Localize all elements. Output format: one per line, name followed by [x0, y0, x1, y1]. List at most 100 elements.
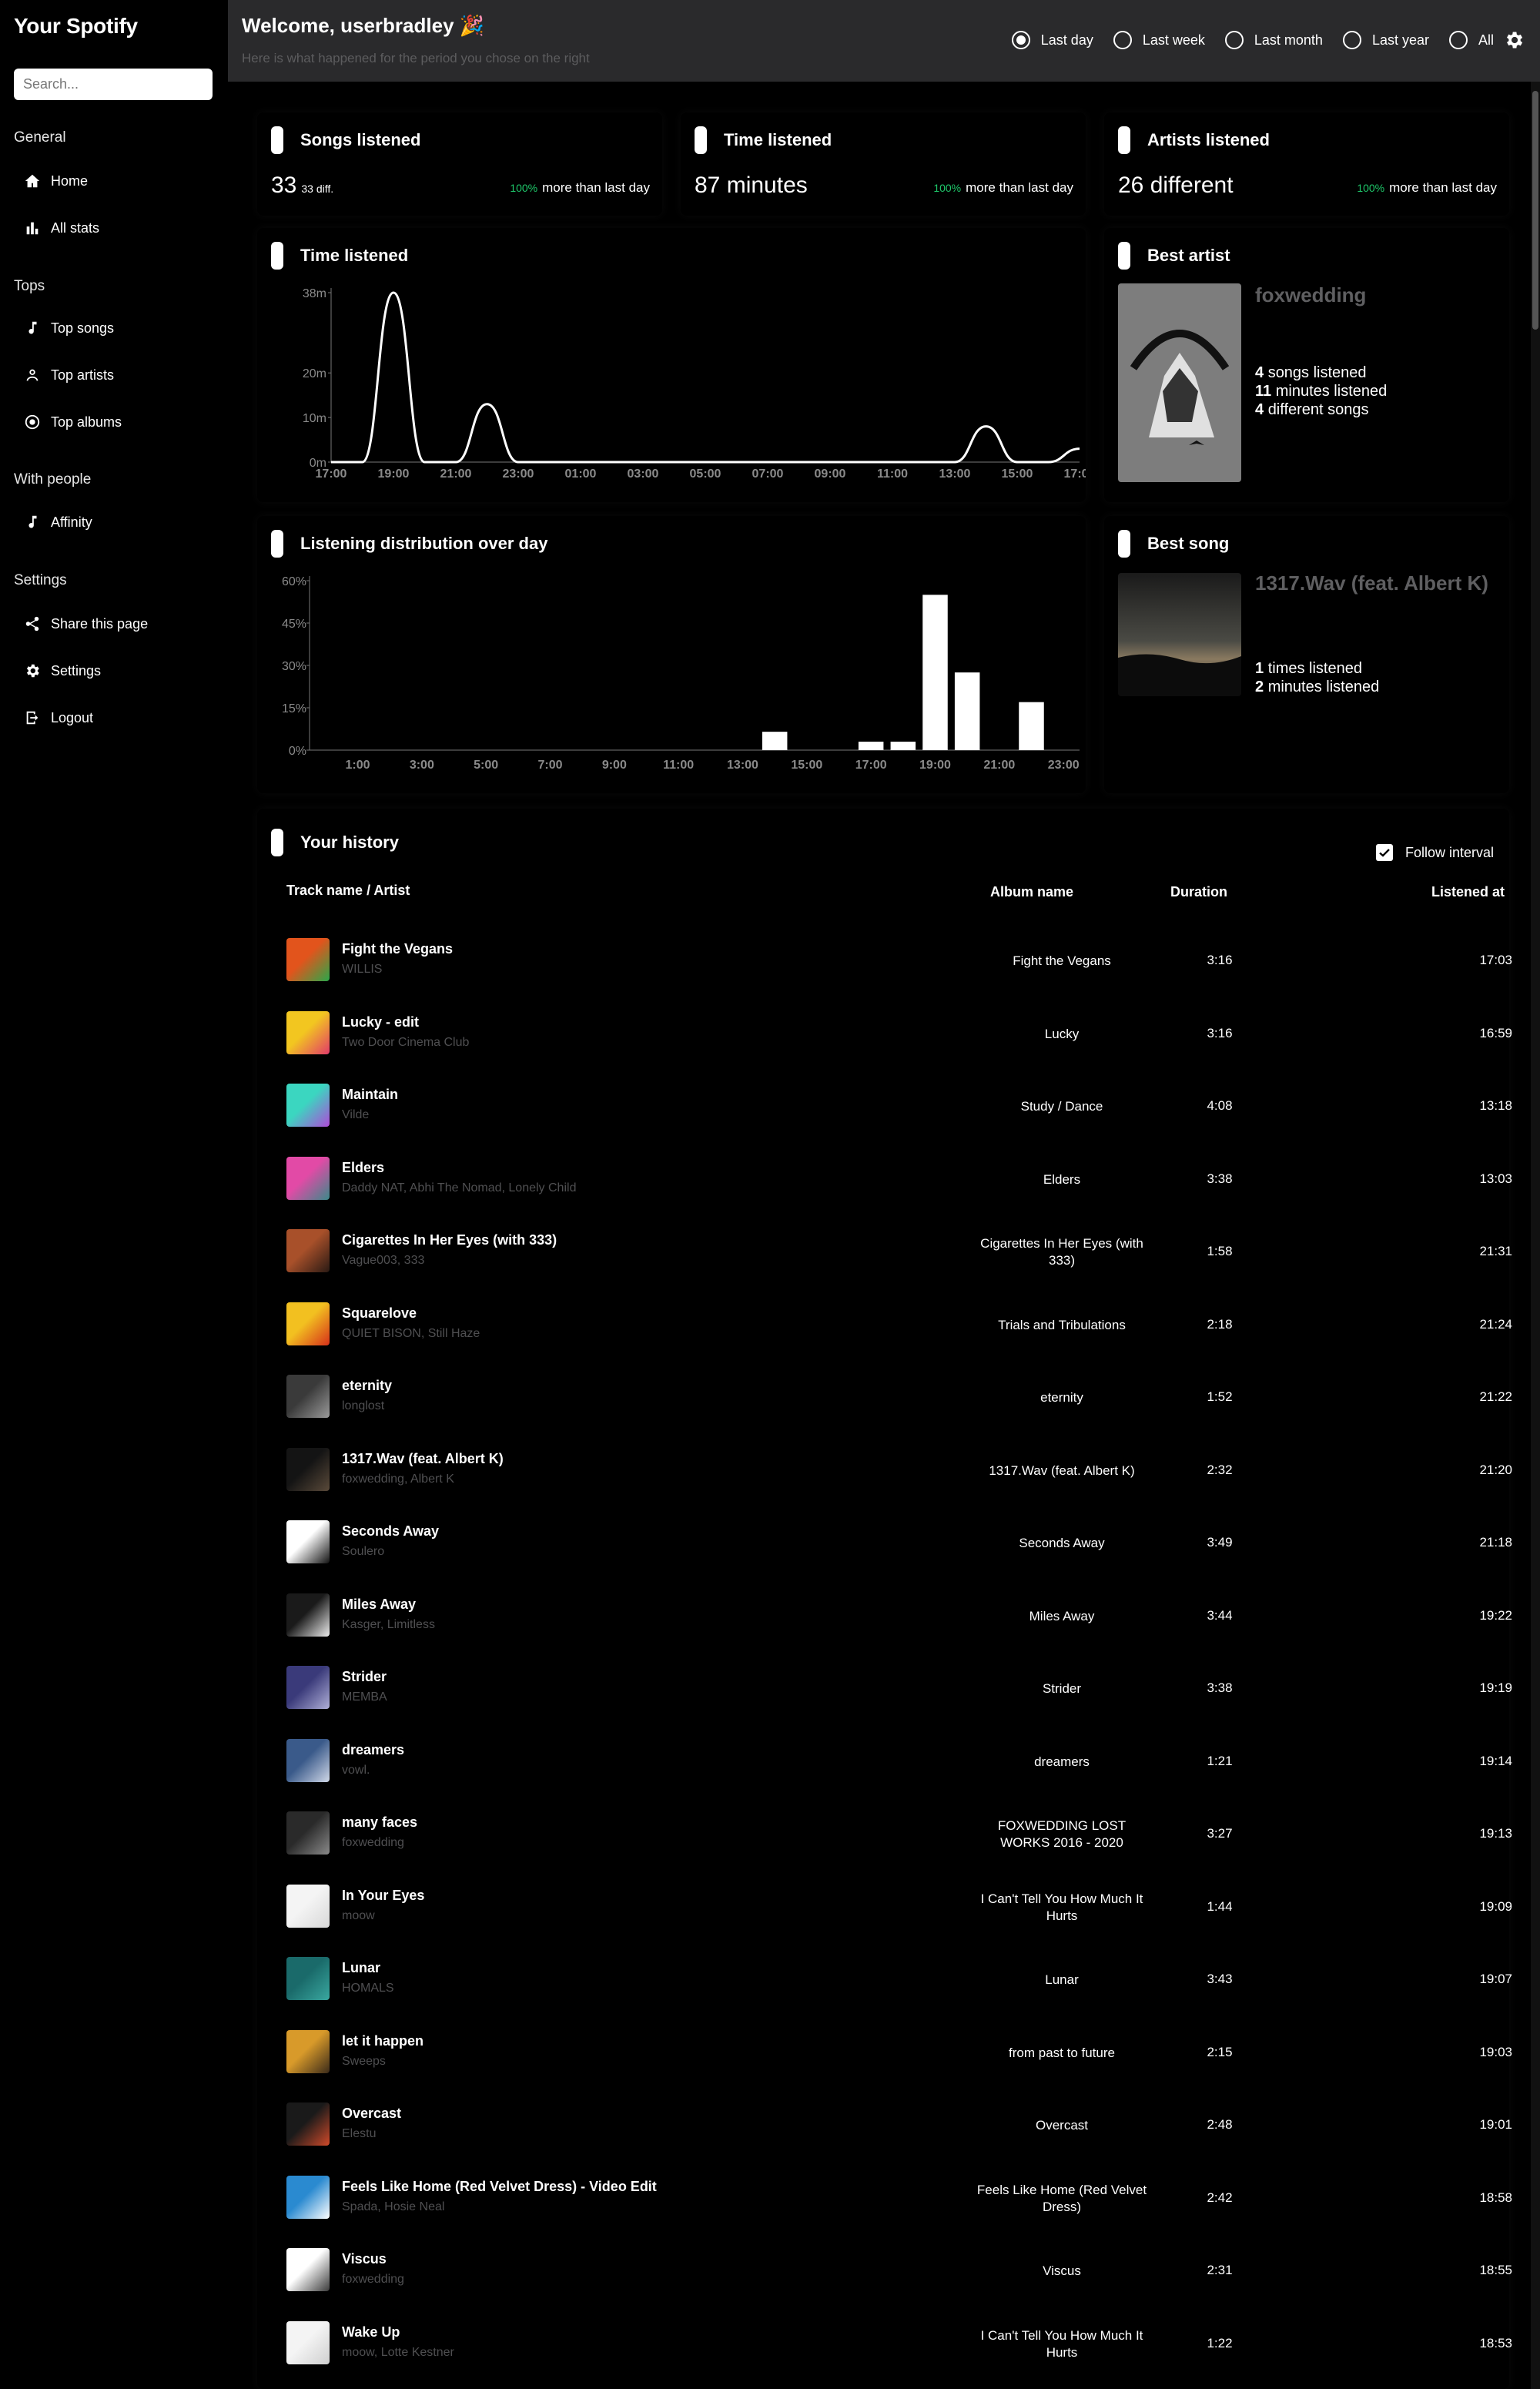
interval-last-day[interactable]: Last day [1011, 31, 1093, 49]
history-row[interactable]: Feels Like Home (Red Velvet Dress) - Vid… [257, 2162, 1535, 2234]
track-artist[interactable]: MEMBA [342, 1690, 387, 1704]
track-album[interactable]: Strider [973, 1680, 1150, 1697]
search-input[interactable] [14, 69, 213, 100]
history-row[interactable]: In Your Eyes moow I Can't Tell You How Muc… [257, 1871, 1535, 1943]
nav-top-albums[interactable]: Top albums [23, 407, 122, 437]
nav-top-songs[interactable]: Top songs [23, 313, 114, 343]
column-header-album[interactable]: Album name [990, 884, 1073, 900]
track-album[interactable]: Overcast [973, 2117, 1150, 2134]
album-cover-image[interactable] [286, 1302, 330, 1345]
album-cover-image[interactable] [286, 1375, 330, 1418]
interval-all[interactable]: All [1448, 31, 1494, 49]
track-artist[interactable]: foxwedding [342, 1836, 404, 1850]
history-row[interactable]: 1317.Wav (feat. Albert K) foxwedding, Alb… [257, 1434, 1535, 1506]
track-name[interactable]: Lucky - edit [342, 1014, 419, 1030]
track-album[interactable]: 1317.Wav (feat. Albert K) [973, 1463, 1150, 1479]
history-row[interactable]: many faces foxwedding FOXWEDDING LOST WORK… [257, 1798, 1535, 1870]
header-settings-gear-icon[interactable] [1503, 29, 1525, 51]
track-artist[interactable]: vowl. [342, 1764, 370, 1778]
follow-interval-checkbox[interactable]: Follow interval [1375, 844, 1494, 861]
track-artist[interactable]: Elestu [342, 2127, 376, 2141]
history-row[interactable]: Elders Daddy NAT, Abhi The Nomad, Lonely … [257, 1143, 1535, 1215]
track-artist[interactable]: Spada, Hosie Neal [342, 2200, 444, 2214]
track-name[interactable]: Strider [342, 1669, 387, 1685]
track-name[interactable]: Seconds Away [342, 1523, 439, 1540]
track-album[interactable]: FOXWEDDING LOST WORKS 2016 - 2020 [973, 1818, 1150, 1851]
history-row[interactable]: Maintain Vilde Study / Dance 4:08 13:18 [257, 1070, 1535, 1142]
album-cover-image[interactable] [286, 1593, 330, 1637]
track-artist[interactable]: moow [342, 1909, 375, 1923]
track-artist[interactable]: Vague003, 333 [342, 1254, 424, 1268]
track-artist[interactable]: Vilde [342, 1108, 369, 1122]
column-header-listened-at[interactable]: Listened at [1374, 884, 1505, 900]
album-cover-image[interactable] [286, 938, 330, 981]
track-name[interactable]: Maintain [342, 1087, 398, 1103]
track-album[interactable]: I Can't Tell You How Much It Hurts [973, 1891, 1150, 1925]
album-cover-image[interactable] [286, 1666, 330, 1709]
track-name[interactable]: let it happen [342, 2033, 424, 2049]
best-artist-name[interactable]: foxwedding [1255, 283, 1366, 307]
interval-last-month[interactable]: Last month [1224, 31, 1323, 49]
album-cover-image[interactable] [286, 1957, 330, 2000]
track-album[interactable]: Feels Like Home (Red Velvet Dress) [973, 2182, 1150, 2216]
history-row[interactable]: Lunar HOMALS Lunar 3:43 19:07 [257, 1943, 1535, 2015]
best-song-name[interactable]: 1317.Wav (feat. Albert K) [1255, 571, 1488, 595]
album-cover-image[interactable] [286, 1447, 330, 1491]
album-cover-image[interactable] [286, 1156, 330, 1200]
track-name[interactable]: 1317.Wav (feat. Albert K) [342, 1451, 504, 1467]
track-artist[interactable]: Soulero [342, 1545, 384, 1559]
nav-settings[interactable]: Settings [23, 655, 101, 686]
nav-all-stats[interactable]: All stats [23, 213, 99, 243]
track-artist[interactable]: longlost [342, 1399, 384, 1413]
nav-top-artists[interactable]: Top artists [23, 360, 114, 390]
track-name[interactable]: In Your Eyes [342, 1888, 424, 1904]
nav-share[interactable]: Share this page [23, 608, 148, 639]
best-song-image[interactable] [1118, 573, 1241, 696]
album-cover-image[interactable] [286, 1811, 330, 1855]
album-cover-image[interactable] [286, 1084, 330, 1127]
album-cover-image[interactable] [286, 1884, 330, 1928]
history-row[interactable]: Cigarettes In Her Eyes (with 333) Vague00… [257, 1215, 1535, 1288]
album-cover-image[interactable] [286, 2320, 330, 2364]
track-album[interactable]: Viscus [973, 2263, 1150, 2280]
track-album[interactable]: I Can't Tell You How Much It Hurts [973, 2327, 1150, 2361]
history-row[interactable]: Wake Up moow, Lotte Kestner I Can't Tell Y… [257, 2307, 1535, 2380]
track-album[interactable]: Fight the Vegans [973, 953, 1150, 970]
track-album[interactable]: Elders [973, 1171, 1150, 1188]
best-artist-image[interactable] [1118, 283, 1241, 482]
history-row[interactable]: Overcast Elestu Overcast 2:48 19:01 [257, 2089, 1535, 2161]
history-row[interactable]: Strider MEMBA Strider 3:38 19:19 [257, 1652, 1535, 1724]
track-name[interactable]: Viscus [342, 2251, 387, 2267]
album-cover-image[interactable] [286, 2175, 330, 2219]
history-row[interactable]: Viscus foxwedding Viscus 2:31 18:55 [257, 2234, 1535, 2307]
track-album[interactable]: Cigarettes In Her Eyes (with 333) [973, 1235, 1150, 1269]
track-name[interactable]: Cigarettes In Her Eyes (with 333) [342, 1232, 557, 1248]
history-row[interactable]: Miles Away Kasger, Limitless Miles Away 3:4… [257, 1580, 1535, 1652]
history-row[interactable]: Lucky - edit Two Door Cinema Club Lucky 3:1… [257, 997, 1535, 1070]
album-cover-image[interactable] [286, 1229, 330, 1272]
column-header-duration[interactable]: Duration [1170, 884, 1227, 900]
history-row[interactable]: eternity longlost eternity 1:52 21:22 [257, 1361, 1535, 1433]
album-cover-image[interactable] [286, 2248, 330, 2291]
track-artist[interactable]: Kasger, Limitless [342, 1618, 435, 1632]
track-name[interactable]: Elders [342, 1160, 384, 1176]
scrollbar-thumb[interactable] [1532, 91, 1538, 330]
history-row[interactable]: Seconds Away Soulero Seconds Away 3:49 21:18 [257, 1506, 1535, 1579]
track-artist[interactable]: HOMALS [342, 1982, 394, 1995]
nav-logout[interactable]: Logout [23, 702, 93, 733]
album-cover-image[interactable] [286, 2029, 330, 2073]
album-cover-image[interactable] [286, 1738, 330, 1782]
track-name[interactable]: Fight the Vegans [342, 941, 453, 957]
column-header-track[interactable]: Track name / Artist [286, 883, 410, 899]
track-album[interactable]: Trials and Tribulations [973, 1317, 1150, 1334]
track-name[interactable]: Feels Like Home (Red Velvet Dress) - Vid… [342, 2179, 657, 2195]
track-artist[interactable]: foxwedding [342, 2273, 404, 2287]
album-cover-image[interactable] [286, 1010, 330, 1054]
track-name[interactable]: eternity [342, 1378, 392, 1394]
track-album[interactable]: Study / Dance [973, 1098, 1150, 1115]
album-cover-image[interactable] [286, 2103, 330, 2146]
track-artist[interactable]: Two Door Cinema Club [342, 1036, 469, 1050]
interval-last-year[interactable]: Last year [1342, 31, 1429, 49]
track-album[interactable]: from past to future [973, 2045, 1150, 2062]
track-album[interactable]: eternity [973, 1389, 1150, 1406]
